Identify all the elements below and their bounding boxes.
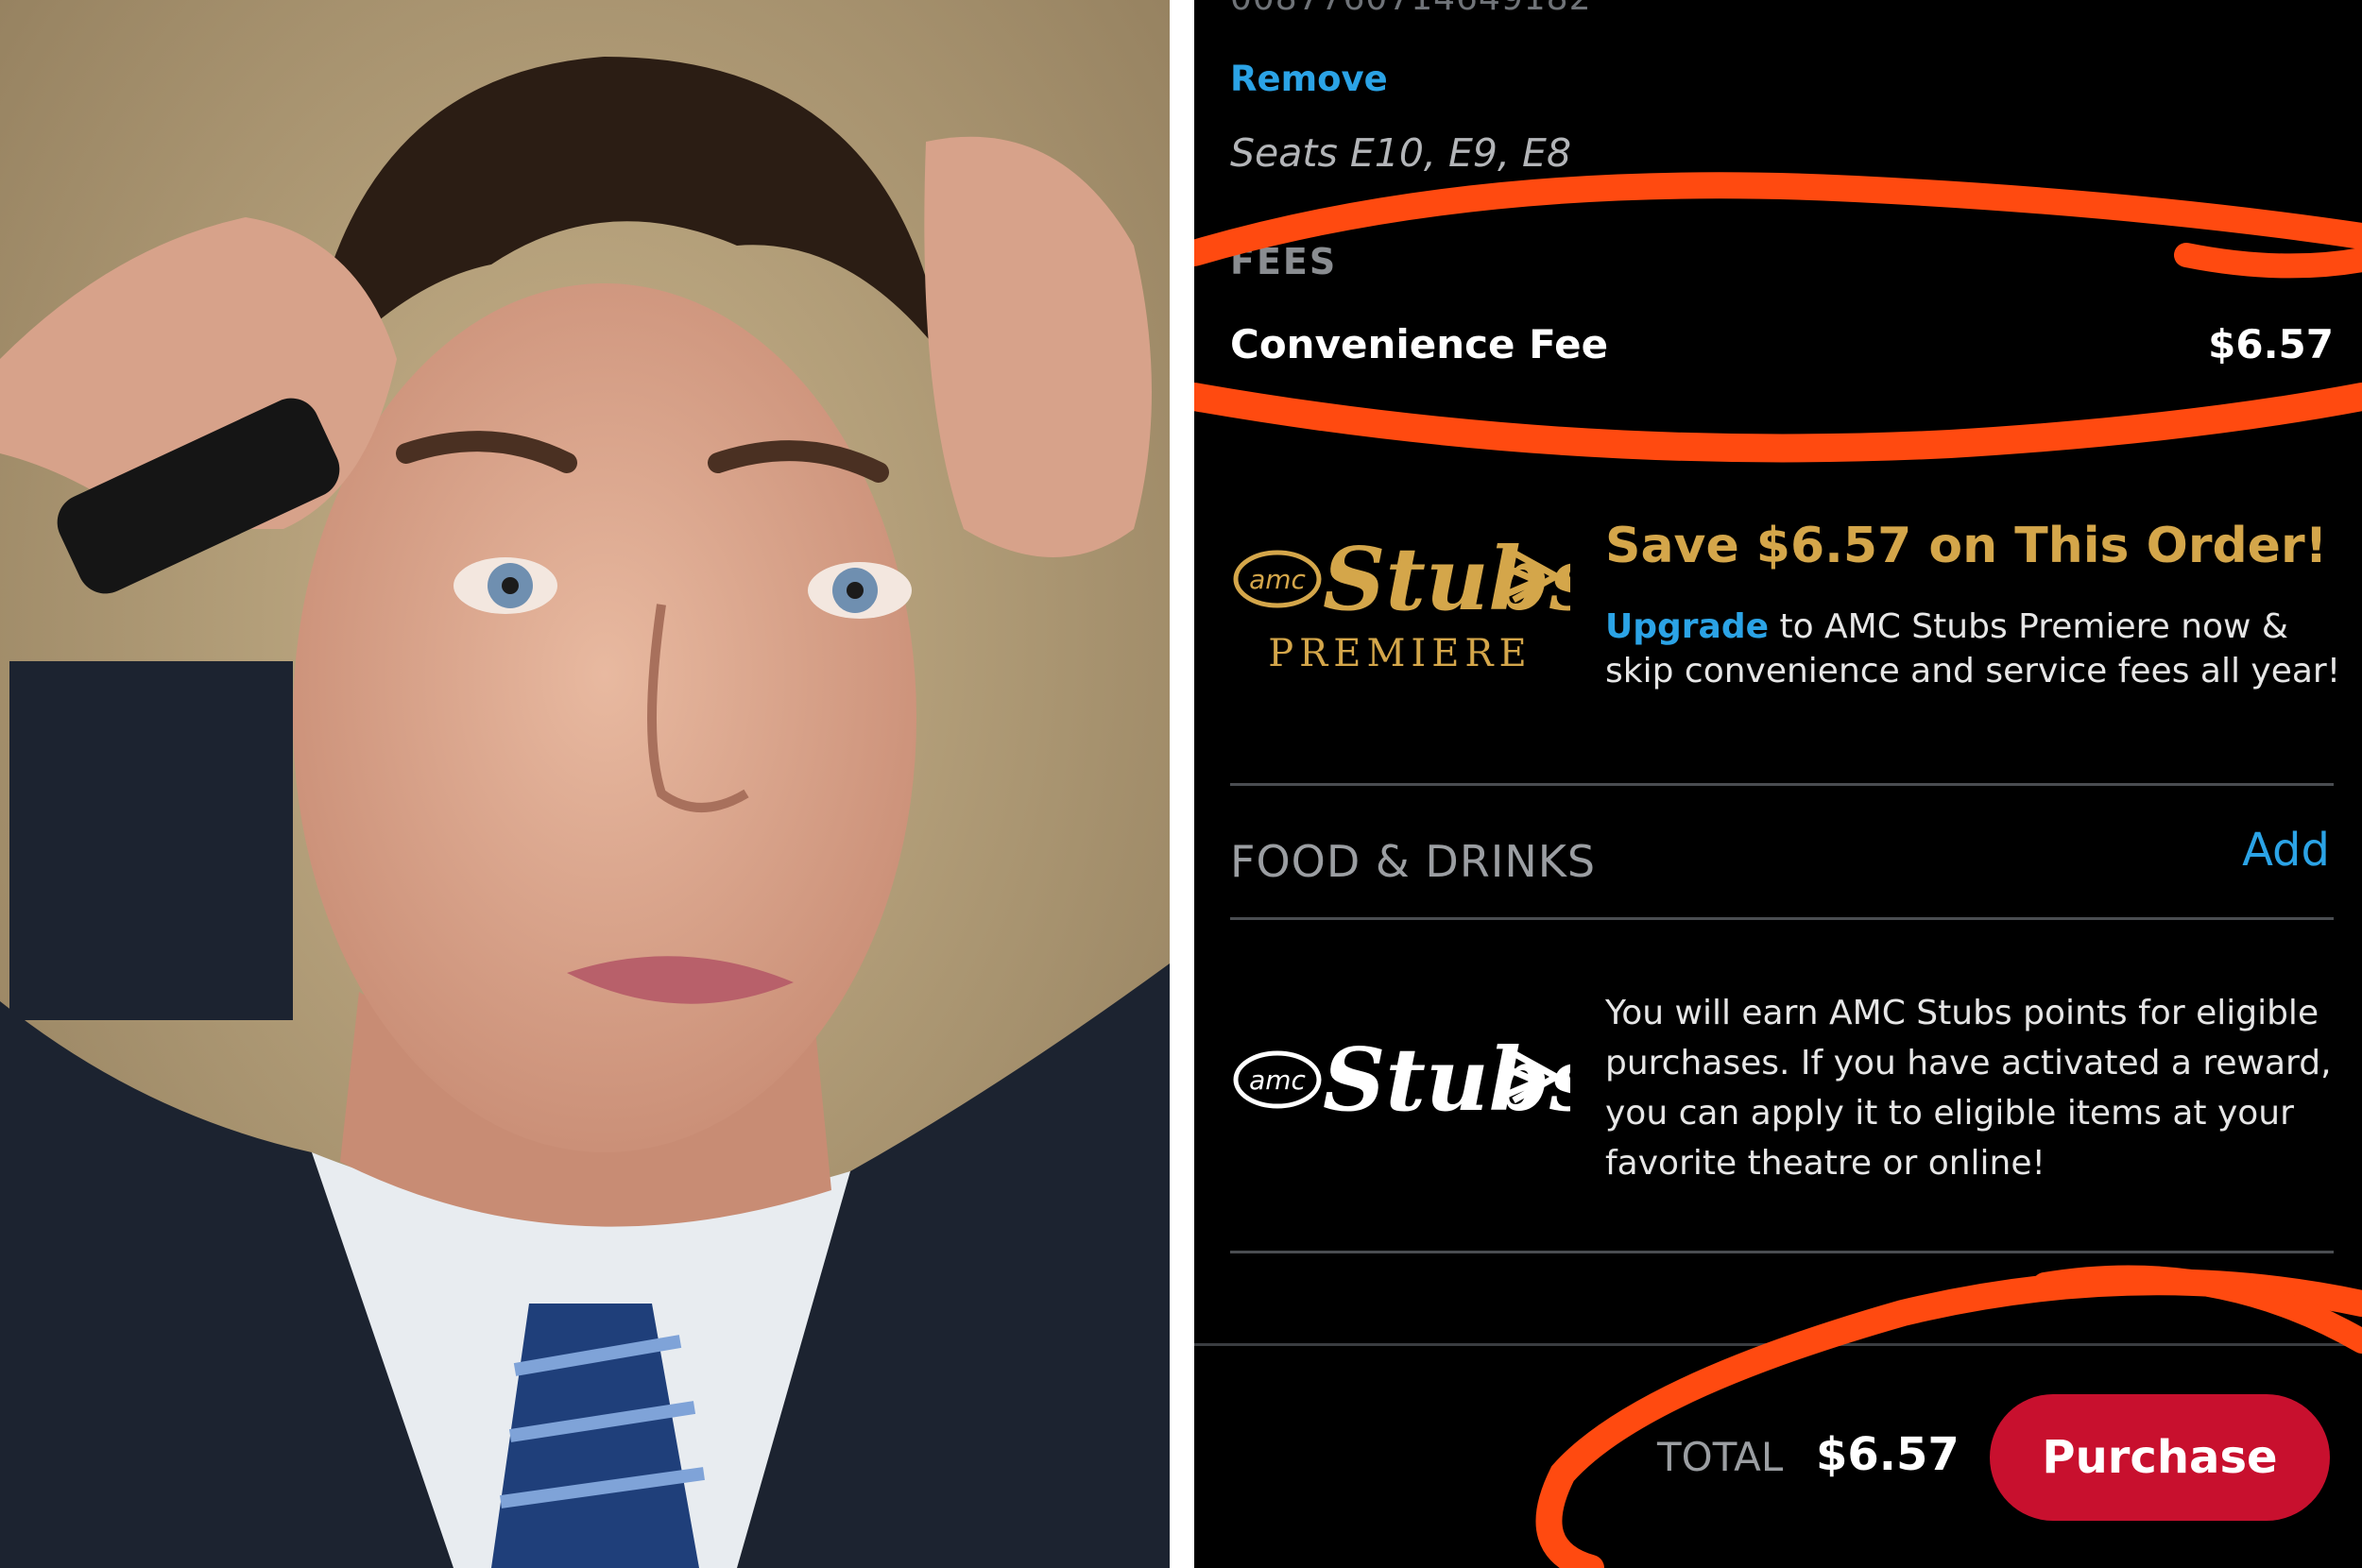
annotation-highlight-circles — [1194, 172, 2362, 1568]
panel-divider — [1170, 0, 1194, 1568]
distressed-man-photo — [0, 0, 1170, 1568]
reaction-photo — [0, 0, 1170, 1568]
amc-checkout-screen: 008776071464918​2 Remove Seats E10, E9, … — [1194, 0, 2362, 1568]
